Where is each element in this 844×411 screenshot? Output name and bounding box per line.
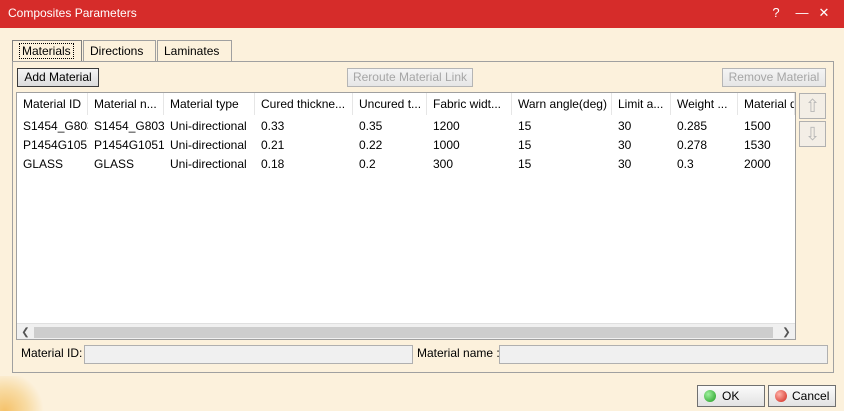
cancel-button-label: Cancel	[792, 389, 830, 403]
move-up-button[interactable]: ⇧	[799, 93, 826, 119]
column-header-warn-angle[interactable]: Warn angle(deg)	[512, 93, 612, 115]
table-cell[interactable]: 30	[612, 117, 671, 136]
table-cell[interactable]: Uni-directional	[164, 117, 255, 136]
table-cell[interactable]: 15	[512, 155, 612, 174]
corner-decoration	[0, 376, 48, 411]
table-cell[interactable]: Uni-directional	[164, 136, 255, 155]
material-id-field[interactable]	[84, 345, 413, 364]
table-cell[interactable]: 15	[512, 136, 612, 155]
table-cell[interactable]: 0.285	[671, 117, 738, 136]
arrow-down-icon: ⇩	[804, 124, 821, 144]
materials-table[interactable]: Material ID Material n... Material type …	[16, 92, 796, 340]
ok-icon	[704, 390, 716, 402]
arrow-up-icon: ⇧	[804, 96, 821, 116]
title-bar[interactable]: Composites Parameters ? — ✕	[0, 0, 844, 28]
reroute-material-link-button[interactable]: Reroute Material Link	[347, 68, 473, 87]
column-header-material-density[interactable]: Material d	[738, 93, 795, 115]
scroll-right-icon[interactable]: ❯	[778, 324, 795, 339]
table-cell[interactable]: 1200	[427, 117, 512, 136]
column-header-material-name[interactable]: Material n...	[88, 93, 164, 115]
material-name-label: Material name :	[417, 346, 500, 360]
cancel-button[interactable]: Cancel	[768, 385, 836, 407]
tab-laminates[interactable]: Laminates	[157, 40, 232, 62]
ok-button[interactable]: OK	[697, 385, 765, 407]
tab-directions[interactable]: Directions	[83, 40, 156, 62]
column-header-weight[interactable]: Weight ...	[671, 93, 738, 115]
composites-parameters-dialog: Composites Parameters ? — ✕ Materials Di…	[0, 0, 844, 411]
table-cell[interactable]: 300	[427, 155, 512, 174]
table-cell[interactable]: 0.3	[671, 155, 738, 174]
scrollbar-thumb[interactable]	[34, 327, 773, 338]
move-down-button[interactable]: ⇩	[799, 121, 826, 147]
ok-button-label: OK	[722, 389, 740, 403]
table-cell[interactable]: 0.35	[353, 117, 427, 136]
tab-laminates-label: Laminates	[164, 44, 220, 58]
window-title: Composites Parameters	[8, 6, 137, 20]
table-cell[interactable]: GLASS	[88, 155, 164, 174]
material-id-label: Material ID:	[21, 346, 83, 360]
column-header-cured-thickness[interactable]: Cured thickne...	[255, 93, 353, 115]
horizontal-scrollbar[interactable]: ❮ ❯	[17, 323, 795, 339]
table-cell[interactable]: 0.2	[353, 155, 427, 174]
table-cell[interactable]: 2000	[738, 155, 795, 174]
cancel-icon	[775, 390, 787, 402]
table-cell[interactable]: P1454G1051	[17, 136, 88, 155]
table-cell[interactable]: 1500	[738, 117, 795, 136]
table-cell[interactable]: 30	[612, 155, 671, 174]
table-cell[interactable]: 0.18	[255, 155, 353, 174]
table-cell[interactable]: P1454G1051	[88, 136, 164, 155]
tab-directions-label: Directions	[90, 44, 144, 58]
column-header-fabric-width[interactable]: Fabric widt...	[427, 93, 512, 115]
table-cell[interactable]: 30	[612, 136, 671, 155]
table-cell[interactable]: S1454_G803	[88, 117, 164, 136]
scroll-left-icon[interactable]: ❮	[17, 324, 34, 339]
column-header-material-type[interactable]: Material type	[164, 93, 255, 115]
close-button[interactable]: ✕	[804, 0, 844, 28]
table-cell[interactable]: 0.22	[353, 136, 427, 155]
add-material-button[interactable]: Add Material	[17, 68, 99, 87]
material-name-field[interactable]	[499, 345, 828, 364]
column-header-uncured-thickness[interactable]: Uncured t...	[353, 93, 427, 115]
table-cell[interactable]: 0.33	[255, 117, 353, 136]
table-cell[interactable]: 1000	[427, 136, 512, 155]
table-cell[interactable]: S1454_G803	[17, 117, 88, 136]
tab-materials[interactable]: Materials	[12, 40, 82, 62]
table-cell[interactable]: 0.21	[255, 136, 353, 155]
table-cell[interactable]: GLASS	[17, 155, 88, 174]
remove-material-button[interactable]: Remove Material	[722, 68, 826, 87]
table-cell[interactable]: Uni-directional	[164, 155, 255, 174]
tab-materials-label: Materials	[19, 43, 74, 59]
table-cell[interactable]: 0.278	[671, 136, 738, 155]
table-cell[interactable]: 1530	[738, 136, 795, 155]
column-header-limit-angle[interactable]: Limit a...	[612, 93, 671, 115]
column-header-material-id[interactable]: Material ID	[17, 93, 88, 115]
table-cell[interactable]: 15	[512, 117, 612, 136]
